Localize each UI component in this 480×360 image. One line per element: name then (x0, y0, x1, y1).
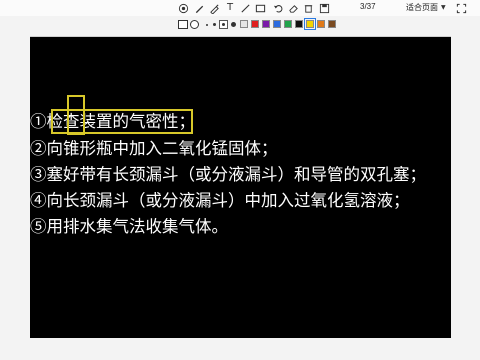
step-2-text: ②向锥形瓶中加入二氧化锰固体； (30, 139, 278, 158)
undo-icon[interactable] (272, 2, 284, 14)
color-swatch[interactable] (262, 20, 270, 28)
step-4-text: ④向长颈漏斗（或分液漏斗）中加入过氧化氢溶液； (30, 191, 410, 210)
pointer-icon[interactable] (177, 2, 189, 14)
fullscreen-icon[interactable] (455, 2, 467, 14)
color-swatch[interactable] (240, 20, 248, 28)
color-swatch[interactable] (295, 20, 303, 28)
app-window: T 3/37 适合页面 ▼ ①检查装置的气密性； ②向锥形瓶中加入二氧化锰固体；… (0, 0, 480, 360)
fit-page-label: 适合页面 (406, 3, 438, 12)
step-5-text: ⑤用排水集气法收集气体。 (30, 217, 228, 236)
clear-icon[interactable] (302, 2, 314, 14)
rect-shape-option[interactable] (178, 20, 188, 29)
save-icon[interactable] (318, 2, 330, 14)
size-small-option[interactable] (206, 24, 208, 26)
step-3-text: ③塞好带有长颈漏斗（或分液漏斗）和导管的双孔塞； (30, 165, 426, 184)
ellipse-shape-option[interactable] (190, 20, 199, 29)
page-indicator: 3/37 (360, 2, 376, 11)
size-large-option[interactable] (231, 22, 236, 27)
size-medium-option[interactable] (213, 23, 216, 26)
color-swatch[interactable] (304, 18, 316, 30)
size-selected-frame[interactable] (219, 20, 228, 29)
step-1-text: ①检查装置的气密性； (30, 112, 195, 131)
color-swatch[interactable] (317, 20, 325, 28)
eraser-icon[interactable] (287, 2, 299, 14)
color-swatch[interactable] (251, 20, 259, 28)
caret-down-icon: ▼ (441, 4, 446, 11)
fit-page-select[interactable]: 适合页面 ▼ (406, 1, 446, 14)
slide-canvas[interactable]: ①检查装置的气密性； ②向锥形瓶中加入二氧化锰固体； ③塞好带有长颈漏斗（或分液… (30, 36, 451, 338)
pen-icon[interactable] (193, 2, 205, 14)
color-swatch[interactable] (273, 20, 281, 28)
rectangle-icon[interactable] (254, 2, 266, 14)
annotation-toolbar: T 3/37 适合页面 ▼ (0, 0, 480, 16)
size-selected-dot (222, 23, 225, 26)
color-swatch[interactable] (284, 20, 292, 28)
color-swatch[interactable] (328, 20, 336, 28)
text-icon[interactable]: T (224, 2, 236, 14)
line-icon[interactable] (239, 2, 251, 14)
style-picker (0, 16, 480, 33)
highlighter-icon[interactable] (208, 2, 220, 14)
